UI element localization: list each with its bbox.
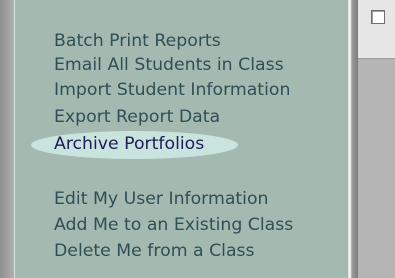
menu-item-batch-print-reports[interactable]: Batch Print Reports [54,31,221,51]
menu-item-edit-my-user-information[interactable]: Edit My User Information [54,189,269,209]
menu-item-delete-me-from-class[interactable]: Delete Me from a Class [54,241,255,261]
menu-item-email-all-students[interactable]: Email All Students in Class [54,55,284,75]
panel-divider [348,0,358,278]
menu-item-export-report-data[interactable]: Export Report Data [54,107,220,127]
menu-item-archive-portfolios[interactable]: Archive Portfolios [54,134,204,154]
menu-item-import-student-information[interactable]: Import Student Information [54,80,290,100]
left-frame-edge [0,0,14,278]
right-header-area [358,0,395,59]
select-checkbox[interactable] [371,10,385,24]
menu-item-add-me-to-class[interactable]: Add Me to an Existing Class [54,215,293,235]
